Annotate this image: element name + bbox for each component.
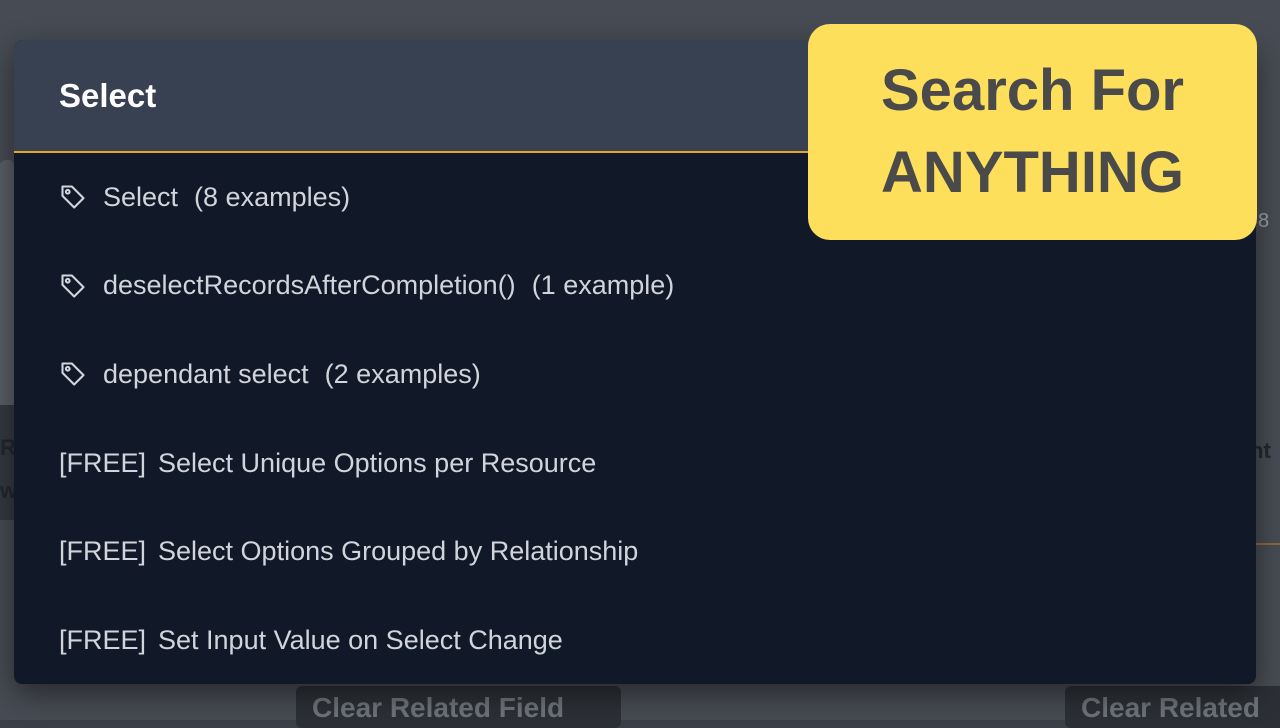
background-divider: [1256, 543, 1280, 545]
search-callout-banner: Search For ANYTHING: [808, 24, 1257, 240]
result-label: dependant select: [103, 358, 309, 389]
result-label: Select: [103, 181, 179, 212]
background-clear-related-field-button: Clear Related Field: [296, 686, 621, 728]
callout-line-2: ANYTHING: [881, 140, 1184, 205]
result-label: Set Input Value on Select Change: [158, 624, 563, 655]
tag-icon: [61, 274, 85, 298]
result-count: (1 example): [531, 270, 675, 301]
tag-icon: [61, 362, 85, 387]
free-badge: [FREE]: [59, 624, 147, 655]
background-number: 8: [1258, 210, 1270, 232]
result-count: (8 examples): [194, 181, 351, 212]
result-item-deselect-records[interactable]: deselectRecordsAfterCompletion() (1 exam…: [14, 242, 1256, 331]
result-count: (2 examples): [324, 358, 481, 389]
result-item-select-unique-options[interactable]: [FREE] Select Unique Options per Resourc…: [14, 419, 1256, 508]
result-label: Select Unique Options per Resource: [158, 447, 597, 478]
background-card-left: [0, 160, 14, 410]
free-badge: [FREE]: [59, 536, 147, 567]
background-clear-related-button: Clear Related: [1065, 686, 1280, 728]
result-item-dependant-select[interactable]: dependant select (2 examples): [14, 330, 1256, 419]
result-label: deselectRecordsAfterCompletion(): [103, 270, 516, 301]
free-badge: [FREE]: [59, 447, 147, 478]
result-item-select-options-grouped[interactable]: [FREE] Select Options Grouped by Relatio…: [14, 507, 1256, 596]
result-item-set-input-value[interactable]: [FREE] Set Input Value on Select Change: [14, 596, 1256, 684]
search-query[interactable]: Select: [59, 77, 156, 115]
callout-line-1: Search For: [881, 58, 1184, 123]
result-label: Select Options Grouped by Relationship: [158, 536, 639, 567]
tag-icon: [61, 185, 85, 209]
